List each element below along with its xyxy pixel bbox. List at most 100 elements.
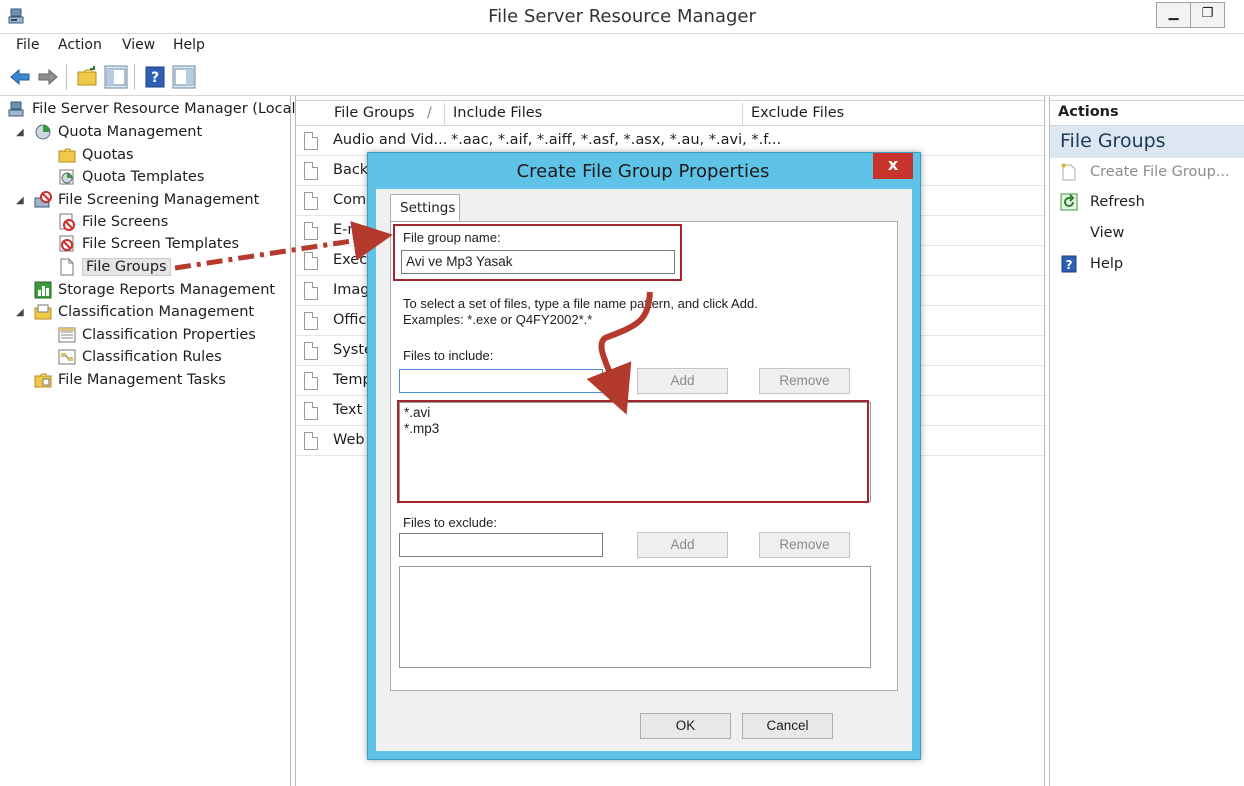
column-divider[interactable] (444, 103, 445, 125)
tree-item-quota-management[interactable]: ◢ Quota Management (16, 121, 202, 143)
document-icon (304, 402, 318, 420)
actions-pane: Actions File Groups Create File Group...… (1049, 96, 1244, 786)
action-label: Refresh (1090, 194, 1145, 210)
instructions-line-1: To select a set of files, type a file na… (403, 296, 758, 311)
template-icon (59, 169, 74, 185)
screening-icon (34, 191, 52, 208)
exclude-remove-button[interactable]: Remove (759, 532, 850, 558)
tree-item-label: File Management Tasks (58, 372, 226, 388)
menu-action[interactable]: Action (58, 37, 102, 53)
include-pattern-input[interactable] (399, 369, 603, 393)
console-tree: File Server Resource Manager (Local) ◢ Q… (0, 96, 301, 786)
svg-text:?: ? (1066, 258, 1073, 272)
tree-item-file-groups[interactable]: File Groups (58, 256, 171, 278)
tree-root[interactable]: File Server Resource Manager (Local) (8, 98, 301, 120)
action-label: View (1090, 225, 1125, 241)
collapse-icon[interactable]: ◢ (16, 307, 28, 318)
dialog-body: Settings File group name: Avi ve Mp3 Yas… (376, 189, 912, 751)
forward-arrow-icon[interactable] (36, 65, 60, 89)
include-add-button[interactable]: Add (637, 368, 728, 394)
document-icon (304, 282, 318, 300)
collapse-icon[interactable]: ◢ (16, 195, 28, 206)
tree-item-label: File Screening Management (58, 192, 260, 208)
document-icon (304, 162, 318, 180)
window-title: File Server Resource Manager (488, 6, 756, 27)
restore-button[interactable]: ❐ (1190, 2, 1225, 28)
tree-item-label: File Screens (82, 214, 169, 230)
close-icon: x (887, 155, 899, 174)
cancel-button[interactable]: Cancel (742, 713, 833, 739)
files-to-exclude-label: Files to exclude: (403, 515, 497, 530)
minimize-icon: ▁ (1168, 6, 1179, 21)
actions-section-title[interactable]: File Groups (1050, 126, 1244, 158)
tree-item-classification-management[interactable]: ◢ Classification Management (16, 301, 254, 323)
document-icon (60, 258, 74, 276)
column-divider[interactable] (742, 103, 743, 125)
tree-item-label: Storage Reports Management (58, 282, 276, 298)
tree-item-label: Quota Templates (82, 169, 205, 185)
exclude-list[interactable] (399, 566, 871, 668)
report-icon (34, 281, 52, 299)
back-arrow-icon[interactable] (8, 65, 32, 89)
column-header-include-files[interactable]: Include Files (453, 105, 542, 121)
action-help[interactable]: ? Help (1050, 250, 1244, 280)
help-icon: ? (1061, 255, 1077, 273)
rules-icon (58, 349, 76, 365)
help-icon[interactable]: ? (143, 65, 167, 89)
column-header-file-groups[interactable]: File Groups (334, 105, 415, 121)
actions-header: Actions (1050, 100, 1244, 126)
document-icon (304, 252, 318, 270)
tree-item-label: File Screen Templates (82, 236, 240, 252)
tree-item-label: Quotas (82, 147, 134, 163)
action-view[interactable]: View (1050, 219, 1244, 249)
menu-view[interactable]: View (122, 37, 155, 53)
up-folder-icon[interactable] (76, 65, 100, 89)
tree-item-file-screens[interactable]: File Screens (58, 211, 168, 233)
column-header-exclude-files[interactable]: Exclude Files (751, 105, 844, 121)
refresh-icon (1060, 193, 1078, 211)
exclude-add-button[interactable]: Add (637, 532, 728, 558)
action-label: Help (1090, 256, 1124, 272)
tree-item-label: Classification Management (58, 304, 255, 320)
menu-bar: File Action View Help (0, 34, 1244, 58)
create-file-group-dialog: Create File Group Properties x Settings … (367, 152, 921, 760)
document-icon (304, 192, 318, 210)
toolbar: ? (0, 58, 1244, 96)
tree-item-label: Classification Properties (82, 327, 256, 343)
svg-text:?: ? (151, 70, 159, 86)
files-to-include-label: Files to include: (403, 348, 494, 363)
tree-item-label: Classification Rules (82, 349, 222, 365)
classification-icon (34, 304, 52, 320)
document-icon (304, 312, 318, 330)
document-icon (304, 432, 318, 450)
ok-button[interactable]: OK (640, 713, 731, 739)
include-remove-button[interactable]: Remove (759, 368, 850, 394)
tree-item-file-management-tasks[interactable]: File Management Tasks (34, 369, 226, 391)
dialog-close-button[interactable]: x (873, 153, 913, 179)
tree-item-file-screen-templates[interactable]: File Screen Templates (58, 233, 239, 255)
tree-item-quota-templates[interactable]: Quota Templates (58, 166, 204, 188)
tree-item-label: File Groups (82, 258, 171, 276)
tree-item-storage-reports[interactable]: Storage Reports Management (34, 279, 275, 301)
minimize-button[interactable]: ▁ (1156, 2, 1191, 28)
tab-settings[interactable]: Settings (390, 194, 460, 222)
sort-indicator-icon: / (427, 105, 432, 121)
show-hide-tree-icon[interactable] (104, 65, 128, 89)
tree-item-label: Quota Management (58, 124, 203, 140)
collapse-icon[interactable]: ◢ (16, 127, 28, 138)
action-refresh[interactable]: Refresh (1050, 188, 1244, 218)
tree-item-classification-properties[interactable]: Classification Properties (58, 324, 256, 346)
action-create-file-group[interactable]: Create File Group... (1050, 158, 1244, 188)
tree-item-quotas[interactable]: Quotas (58, 144, 134, 166)
show-hide-action-pane-icon[interactable] (172, 65, 196, 89)
document-icon (304, 222, 318, 240)
tree-root-label: File Server Resource Manager (Local) (32, 101, 302, 117)
tree-item-file-screening-management[interactable]: ◢ File Screening Management (16, 189, 259, 211)
list-header: File Groups / Include Files Exclude File… (296, 100, 1046, 126)
menu-help[interactable]: Help (173, 37, 205, 53)
tree-item-classification-rules[interactable]: Classification Rules (58, 346, 222, 368)
exclude-pattern-input[interactable] (399, 533, 603, 557)
menu-file[interactable]: File (16, 37, 39, 53)
document-icon (304, 132, 318, 150)
highlight-box (393, 224, 682, 281)
